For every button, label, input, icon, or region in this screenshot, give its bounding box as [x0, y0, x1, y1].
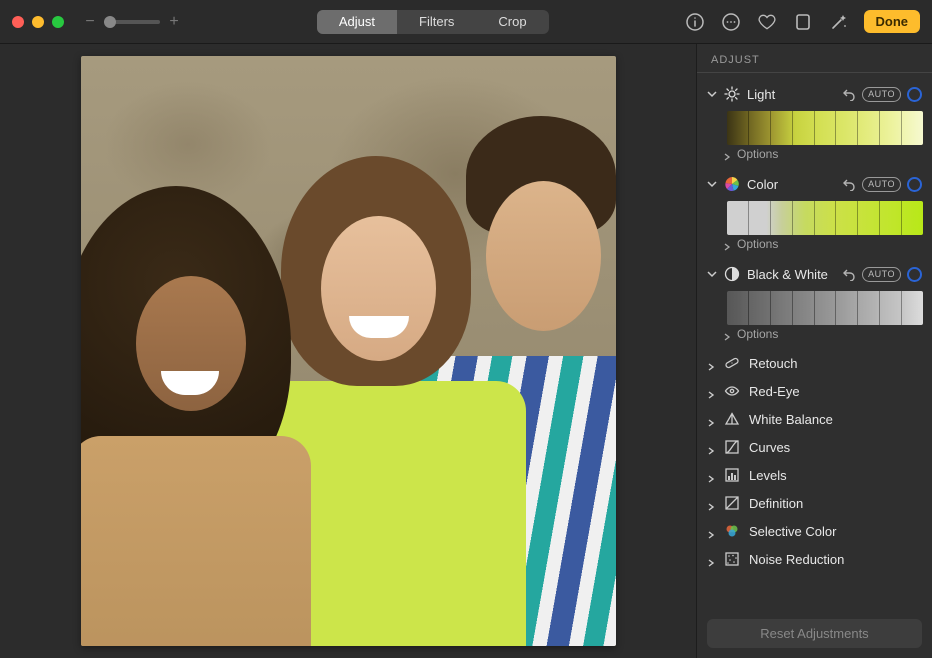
row-noisereduction-label: Noise Reduction	[749, 552, 844, 567]
row-curves[interactable]: Curves	[697, 433, 932, 461]
bw-options-label: Options	[737, 327, 778, 341]
reset-adjustments-button[interactable]: Reset Adjustments	[707, 619, 922, 648]
light-options-label: Options	[737, 147, 778, 161]
zoom-control: − +	[82, 14, 182, 30]
window-controls	[12, 16, 64, 28]
color-options-toggle[interactable]: Options	[723, 237, 922, 251]
row-whitebalance-label: White Balance	[749, 412, 833, 427]
enhance-icon[interactable]	[828, 11, 850, 33]
enable-ring[interactable]	[907, 177, 922, 192]
chevron-right-icon	[723, 150, 731, 158]
chevron-right-icon	[707, 527, 715, 535]
chevron-right-icon	[707, 471, 715, 479]
chevron-right-icon	[723, 330, 731, 338]
row-redeye-label: Red-Eye	[749, 384, 800, 399]
row-selectivecolor[interactable]: Selective Color	[697, 517, 932, 545]
bandage-icon	[723, 354, 741, 372]
chevron-right-icon	[707, 555, 715, 563]
bw-strip[interactable]	[727, 291, 923, 325]
chevron-right-icon	[707, 415, 715, 423]
light-strip[interactable]	[727, 111, 923, 145]
panel-light: Light AUTO Options	[697, 79, 932, 169]
color-options-label: Options	[737, 237, 778, 251]
triangle-icon	[723, 410, 741, 428]
chevron-right-icon	[707, 359, 715, 367]
eye-icon	[723, 382, 741, 400]
row-retouch-label: Retouch	[749, 356, 797, 371]
undo-icon[interactable]	[842, 177, 856, 191]
noise-icon	[723, 550, 741, 568]
row-definition-label: Definition	[749, 496, 803, 511]
adjust-sidebar: ADJUST Light AUTO	[696, 44, 932, 658]
zoom-out-button[interactable]: −	[82, 14, 98, 30]
minimize-window-button[interactable]	[32, 16, 44, 28]
chevron-down-icon	[707, 179, 717, 189]
panel-color: Color AUTO Options	[697, 169, 932, 259]
row-selectivecolor-label: Selective Color	[749, 524, 836, 539]
definition-icon	[723, 494, 741, 512]
row-curves-label: Curves	[749, 440, 790, 455]
chevron-right-icon	[707, 443, 715, 451]
info-icon[interactable]	[684, 11, 706, 33]
more-icon[interactable]	[720, 11, 742, 33]
done-button[interactable]: Done	[864, 10, 921, 33]
photo-preview[interactable]	[81, 56, 616, 646]
auto-button[interactable]: AUTO	[862, 177, 901, 192]
light-options-toggle[interactable]: Options	[723, 147, 922, 161]
chevron-right-icon	[707, 387, 715, 395]
toolbar-right: Done	[684, 10, 921, 33]
tab-filters[interactable]: Filters	[397, 10, 476, 34]
color-strip[interactable]	[727, 201, 923, 235]
content-body: ADJUST Light AUTO	[0, 44, 932, 658]
row-levels[interactable]: Levels	[697, 461, 932, 489]
selective-color-icon	[723, 522, 741, 540]
close-window-button[interactable]	[12, 16, 24, 28]
undo-icon[interactable]	[842, 87, 856, 101]
mode-tabs: Adjust Filters Crop	[317, 10, 549, 34]
bw-icon	[723, 265, 741, 283]
zoom-slider[interactable]	[104, 20, 160, 24]
row-redeye[interactable]: Red-Eye	[697, 377, 932, 405]
auto-button[interactable]: AUTO	[862, 267, 901, 282]
panel-bw-label: Black & White	[747, 267, 836, 282]
reset-wrap: Reset Adjustments	[697, 609, 932, 658]
levels-icon	[723, 466, 741, 484]
panel-bw: Black & White AUTO Options	[697, 259, 932, 349]
chevron-right-icon	[723, 240, 731, 248]
sidebar-title: ADJUST	[697, 54, 932, 73]
row-definition[interactable]: Definition	[697, 489, 932, 517]
row-whitebalance[interactable]: White Balance	[697, 405, 932, 433]
enable-ring[interactable]	[907, 87, 922, 102]
enable-ring[interactable]	[907, 267, 922, 282]
chevron-right-icon	[707, 499, 715, 507]
panel-light-label: Light	[747, 87, 836, 102]
aspect-icon[interactable]	[792, 11, 814, 33]
chevron-down-icon	[707, 269, 717, 279]
titlebar: − + Adjust Filters Crop Do	[0, 0, 932, 44]
panel-bw-header[interactable]: Black & White AUTO	[707, 261, 922, 287]
canvas	[0, 44, 696, 658]
panel-color-label: Color	[747, 177, 836, 192]
row-levels-label: Levels	[749, 468, 787, 483]
panel-color-header[interactable]: Color AUTO	[707, 171, 922, 197]
chevron-down-icon	[707, 89, 717, 99]
zoom-in-button[interactable]: +	[166, 14, 182, 30]
fullscreen-window-button[interactable]	[52, 16, 64, 28]
light-icon	[723, 85, 741, 103]
undo-icon[interactable]	[842, 267, 856, 281]
curves-icon	[723, 438, 741, 456]
favorite-icon[interactable]	[756, 11, 778, 33]
row-noisereduction[interactable]: Noise Reduction	[697, 545, 932, 573]
color-wheel-icon	[723, 175, 741, 193]
app-window: − + Adjust Filters Crop Do	[0, 0, 932, 658]
bw-options-toggle[interactable]: Options	[723, 327, 922, 341]
panel-light-header[interactable]: Light AUTO	[707, 81, 922, 107]
auto-button[interactable]: AUTO	[862, 87, 901, 102]
tab-crop[interactable]: Crop	[476, 10, 548, 34]
row-retouch[interactable]: Retouch	[697, 349, 932, 377]
tab-adjust[interactable]: Adjust	[317, 10, 397, 34]
